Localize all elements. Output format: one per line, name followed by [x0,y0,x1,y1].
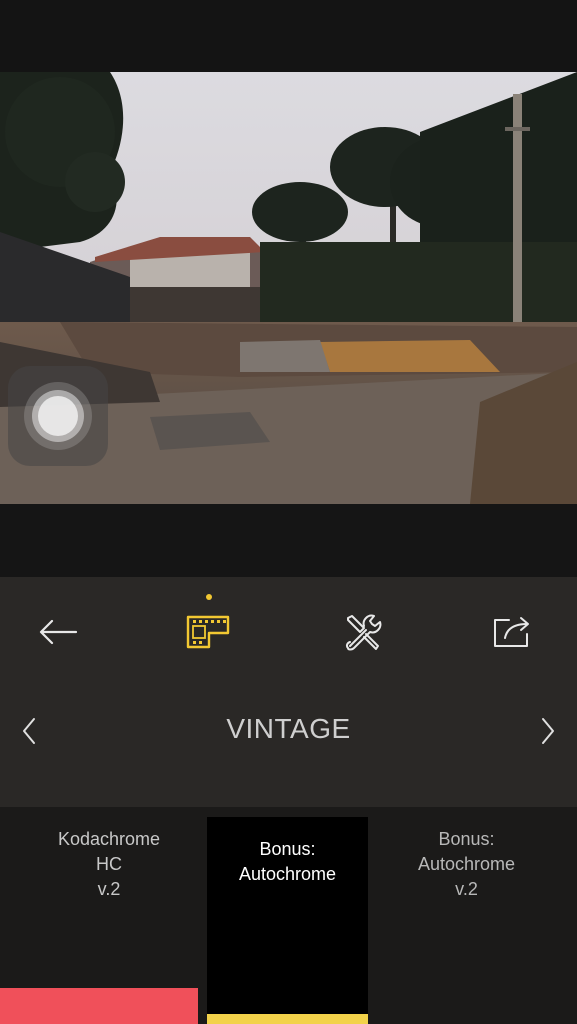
filter-item[interactable]: Bonus: Autochrome v.2 [378,807,555,1024]
top-bar [0,0,577,72]
assistive-touch-button[interactable] [8,366,108,466]
film-strip-icon [186,615,230,649]
filter-item-selected[interactable]: Bonus: Autochrome [207,817,368,1024]
filter-category-row: VINTAGE [0,695,577,765]
next-category-button[interactable] [533,713,563,749]
share-button[interactable] [482,607,542,657]
previous-category-button[interactable] [14,713,44,749]
filter-item[interactable]: Kodachrome HC v.2 [0,807,200,1024]
arrow-left-icon [39,619,78,645]
photo-bottom-margin [0,504,577,577]
tools-tab-button[interactable] [334,607,394,657]
chevron-right-icon [542,718,554,744]
category-title: VINTAGE [226,713,351,744]
chevron-left-icon [23,718,35,744]
editor-toolbar: VINTAGE [0,577,577,807]
filter-color-swatch [0,988,198,1024]
filter-label: Kodachrome HC v.2 [57,829,161,899]
back-button[interactable] [28,607,88,657]
filter-label: Bonus: Autochrome v.2 [417,829,516,899]
filters-tab-button[interactable] [178,607,238,657]
active-tab-indicator [206,594,212,600]
filter-strip: Kodachrome HC v.2 Bonus: Autochrome Bonu… [0,807,577,1024]
assistive-touch-ring-inner [38,396,78,436]
wrench-screwdriver-icon [345,614,382,651]
share-icon [494,617,529,647]
filter-label: Bonus: Autochrome [238,839,337,884]
filter-color-swatch [207,1014,368,1024]
